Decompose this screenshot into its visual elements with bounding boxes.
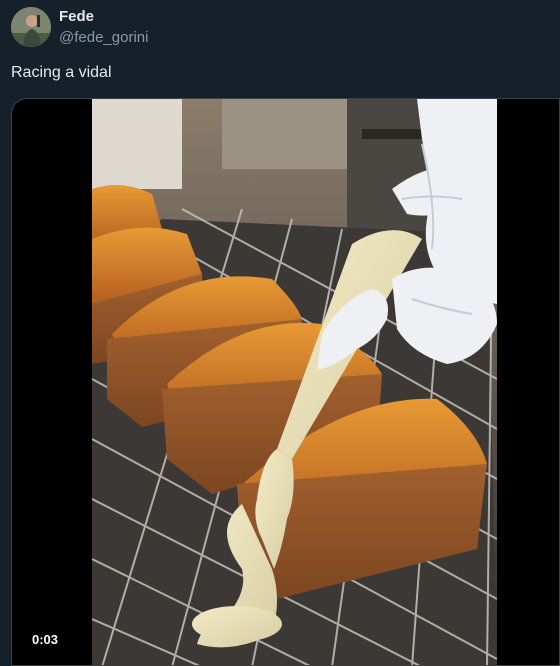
author-name[interactable]: Fede xyxy=(59,8,94,25)
author-handle[interactable]: @fede_gorini xyxy=(59,29,148,46)
video-thumbnail-image xyxy=(92,99,497,665)
video-frame[interactable] xyxy=(92,99,497,665)
video-player[interactable]: 0:03 xyxy=(11,98,560,666)
avatar[interactable] xyxy=(11,7,51,47)
tweet-text: Racing a vidal xyxy=(11,64,112,81)
avatar-photo-icon xyxy=(11,7,51,47)
video-timestamp: 0:03 xyxy=(25,629,66,650)
